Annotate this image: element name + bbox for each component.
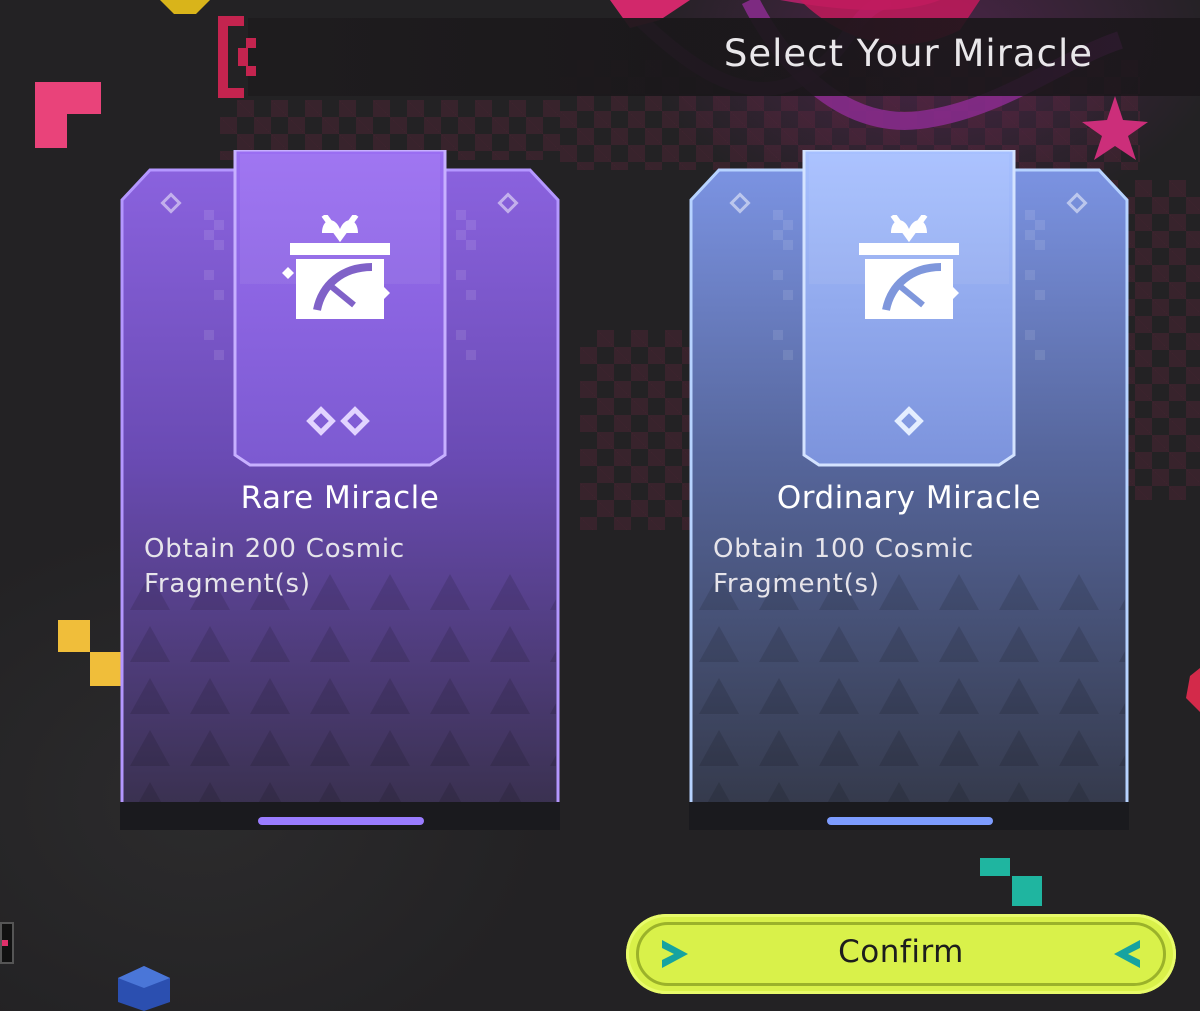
- page-title: Select Your Miracle: [723, 32, 1093, 75]
- play-arrow-reverse-icon: [1114, 940, 1140, 968]
- miracle-card-rare[interactable]: Rare Miracle Obtain 200 Cosmic Fragment(…: [120, 150, 560, 830]
- gift-box-icon: [859, 215, 959, 319]
- miracle-card-ordinary[interactable]: Ordinary Miracle Obtain 100 Cosmic Fragm…: [689, 150, 1129, 830]
- rarity-diamond-icon: [894, 406, 924, 436]
- gift-box-icon: [282, 215, 390, 319]
- confirm-label: Confirm: [838, 934, 964, 970]
- rarity-diamond-icon: [306, 406, 370, 436]
- card-description: Obtain 200 Cosmic Fragment(s): [144, 534, 406, 599]
- yellow-cube-icon: [160, 0, 210, 14]
- pink-pixel-block: [35, 82, 101, 148]
- red-gem-icon: [1186, 668, 1200, 712]
- card-title: Rare Miracle: [240, 480, 440, 516]
- teal-pixel-block: [980, 858, 1042, 906]
- card-description: Obtain 100 Cosmic Fragment(s): [713, 534, 975, 599]
- yellow-pixel-block: [58, 620, 122, 686]
- confirm-button[interactable]: Confirm: [626, 914, 1176, 994]
- back-button[interactable]: [218, 16, 278, 98]
- left-edge-marker: [0, 922, 14, 964]
- blue-cube-icon: [118, 966, 170, 1011]
- card-title: Ordinary Miracle: [776, 480, 1042, 516]
